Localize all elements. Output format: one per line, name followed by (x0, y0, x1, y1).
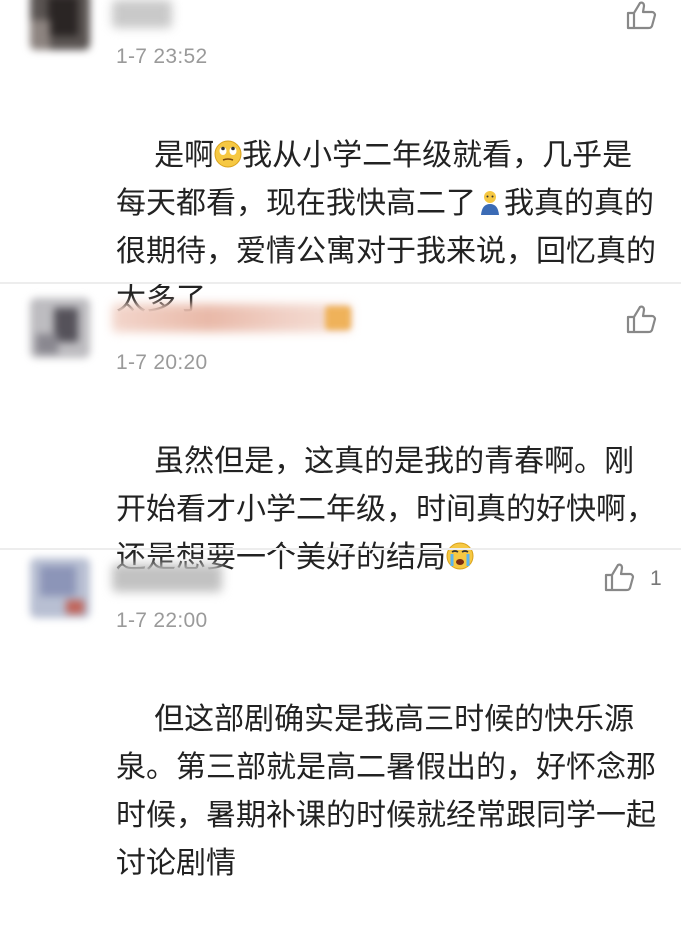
rolling-eyes-emoji (214, 140, 242, 168)
comment-item: 1-7 20:20 虽然但是，这真的是我的青春啊。刚开始看才小学二年级，时间真的… (0, 284, 681, 575)
avatar[interactable] (30, 298, 90, 358)
like-button[interactable] (626, 304, 658, 338)
username-badge (325, 306, 351, 330)
comment-time: 1-7 20:20 (116, 351, 208, 374)
like-count: 1 (650, 567, 662, 590)
comment-time: 1-7 22:00 (116, 609, 208, 632)
thumbs-up-icon (626, 0, 658, 34)
like-button[interactable]: 1 (604, 562, 662, 596)
avatar[interactable] (30, 0, 90, 50)
like-button[interactable] (626, 0, 658, 34)
username[interactable] (112, 0, 172, 28)
thumbs-up-icon (626, 304, 658, 338)
person-emoji (481, 191, 499, 215)
comment-item: 1-7 22:00 1 但这部剧确实是我高三时候的快乐源泉。第三部就是高二暑假出… (0, 550, 681, 881)
username[interactable] (112, 304, 352, 332)
comment-item: 1-7 23:52 是啊 我从小学二年级就看，几乎是每天都看，现在我快高二了 我真的… (0, 0, 681, 317)
thumbs-up-icon (604, 562, 636, 596)
comment-time: 1-7 23:52 (116, 45, 208, 68)
comment-content: 但这部剧确实是我高三时候的快乐源泉。第三部就是高二暑假出的，好怀念那时候，暑期补… (116, 702, 656, 881)
avatar[interactable] (30, 558, 90, 618)
username[interactable] (112, 564, 222, 592)
